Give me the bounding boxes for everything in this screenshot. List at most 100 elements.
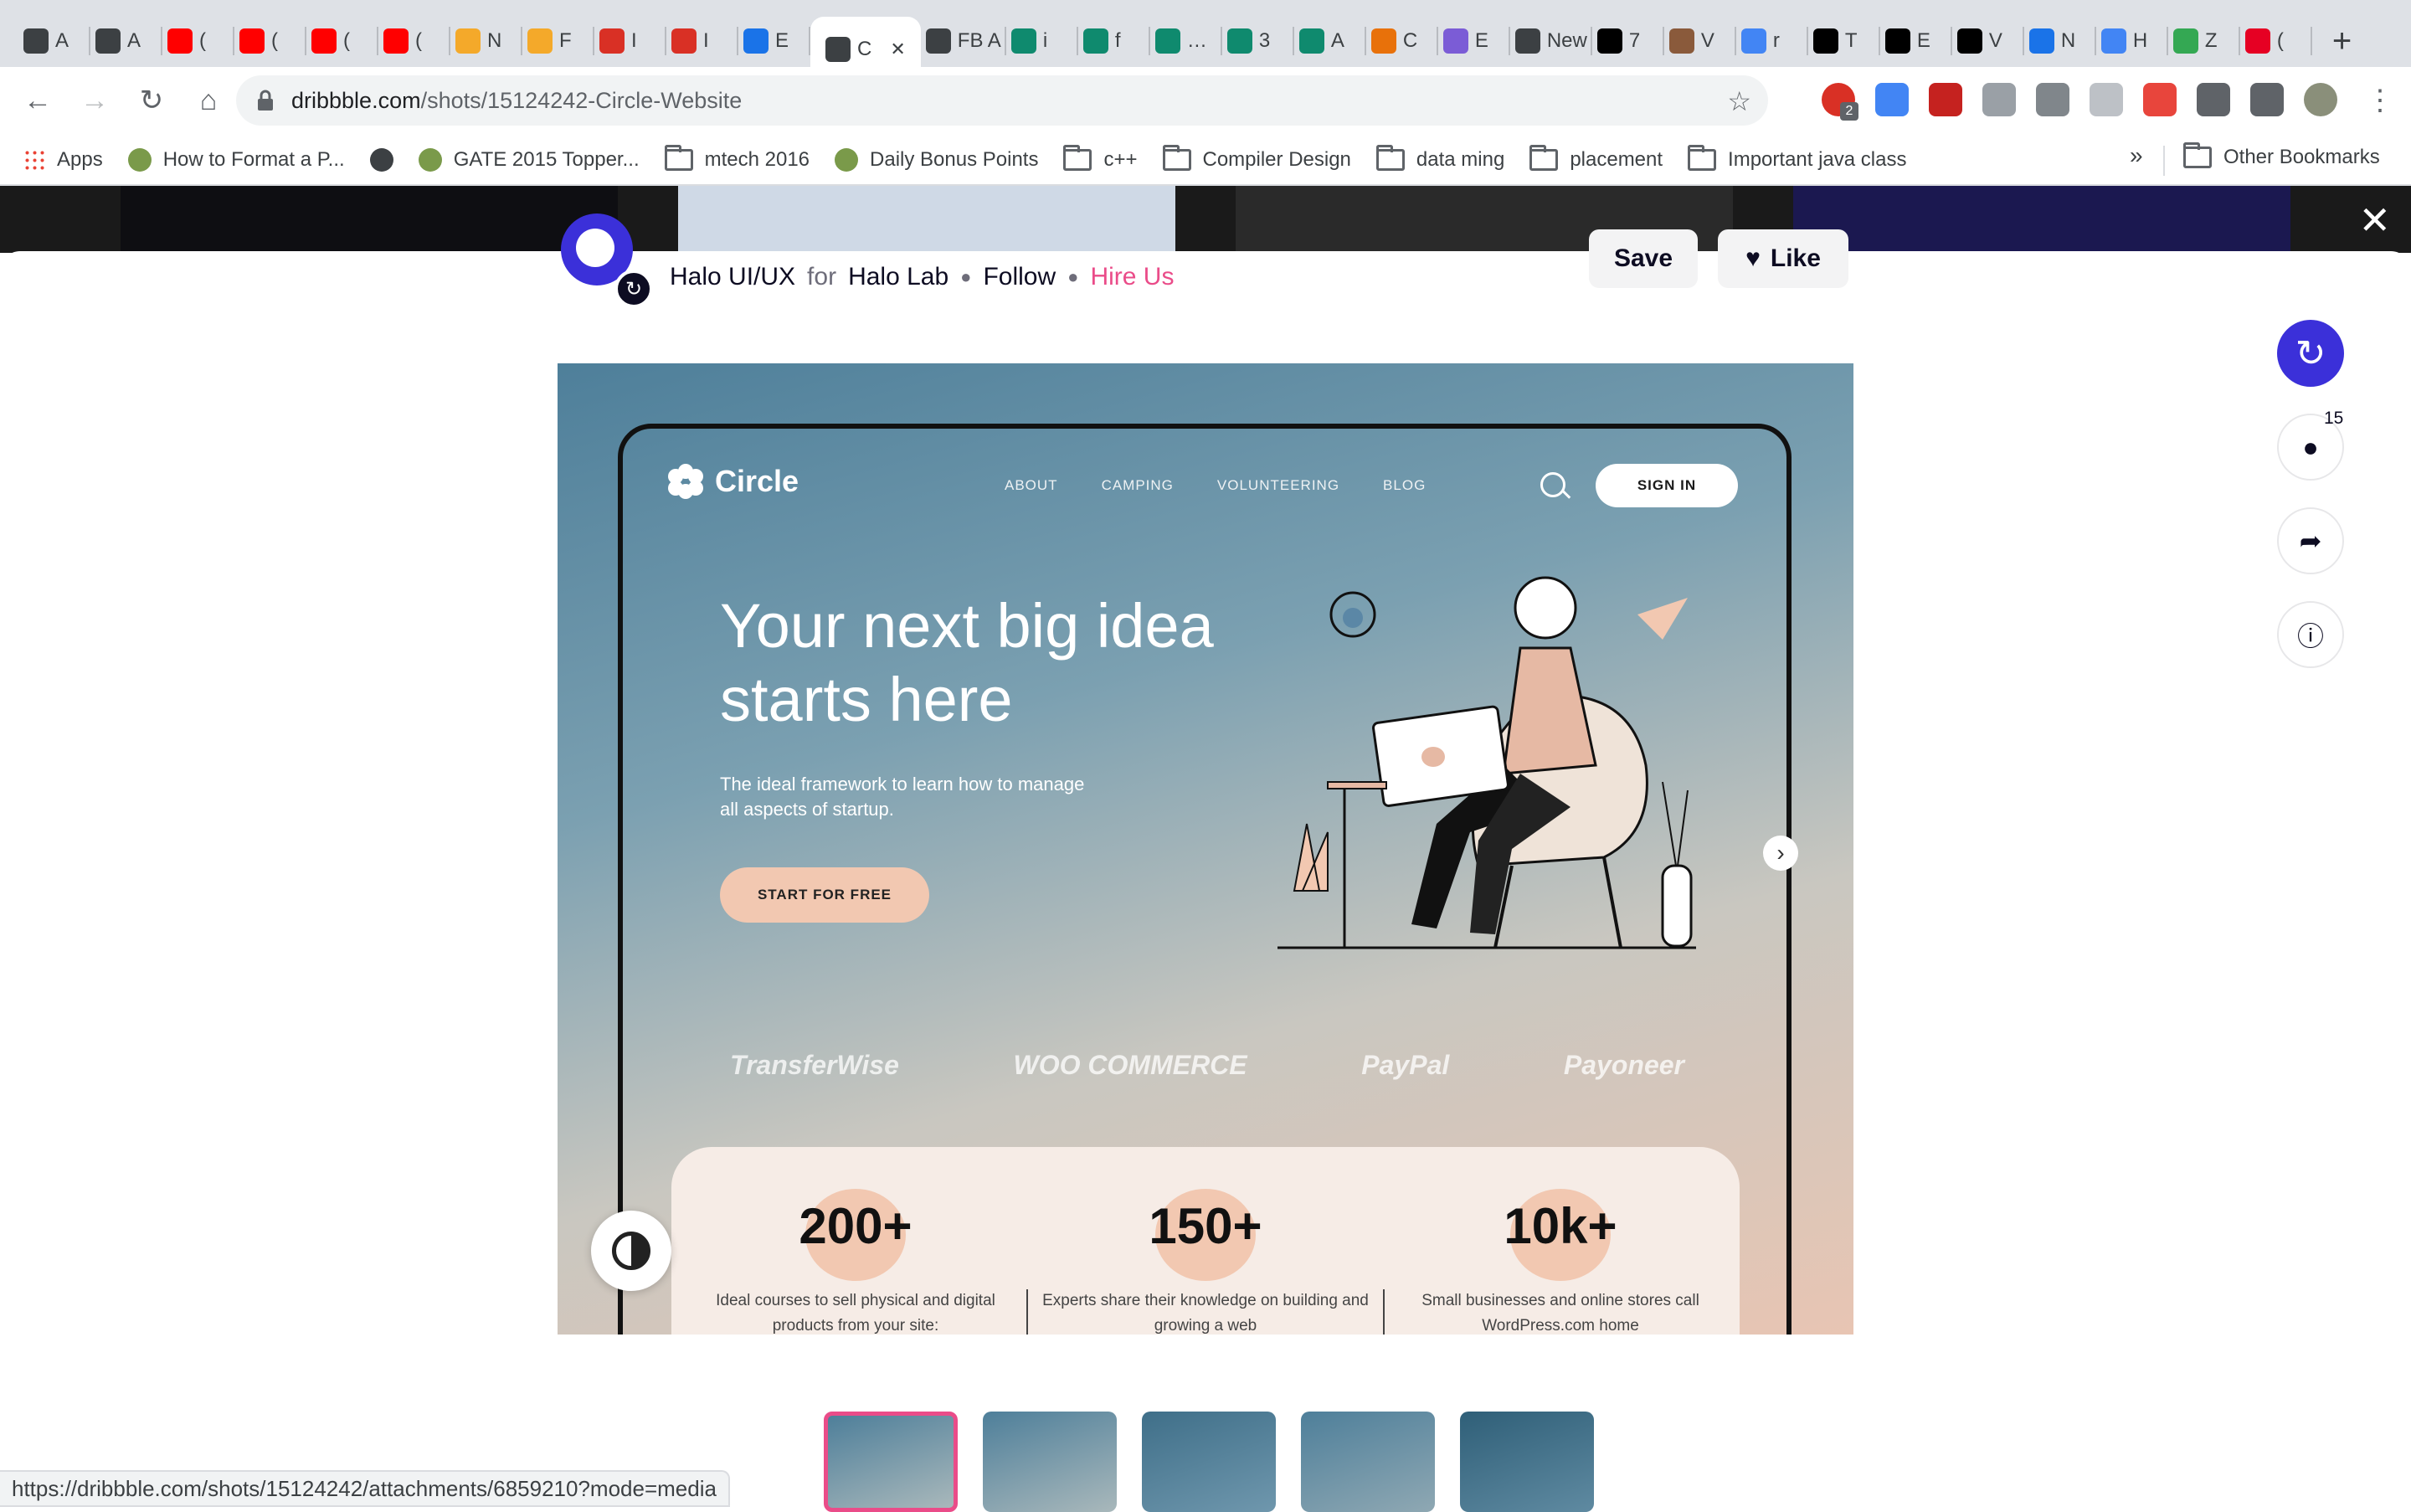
save-button[interactable]: Save — [1589, 229, 1698, 288]
spiral-icon — [1442, 28, 1468, 54]
thumbnail[interactable] — [1142, 1412, 1276, 1512]
new-tab-button[interactable]: + — [2332, 23, 2352, 60]
bookmark-item[interactable]: Important java class — [1688, 145, 1907, 172]
fb-icon — [925, 28, 951, 54]
stat-description: Small businesses and online stores call … — [1421, 1292, 1699, 1335]
tab-title: i — [1042, 29, 1048, 52]
tab-title: A — [127, 29, 141, 52]
bookmark-label: mtech 2016 — [704, 148, 810, 171]
page-backdrop — [0, 186, 2411, 253]
bookmark-label: placement — [1570, 148, 1663, 171]
youtube-icon — [383, 28, 409, 54]
openai-icon — [1010, 28, 1036, 54]
tab-title: Z — [2204, 29, 2218, 52]
extension-eye-icon[interactable] — [2143, 83, 2177, 116]
comment-icon: ● — [2302, 431, 2319, 462]
theme-toggle-button[interactable] — [591, 1211, 671, 1291]
close-modal-icon[interactable]: ✕ — [2358, 201, 2391, 239]
team-profile-icon[interactable]: ↻ — [2277, 320, 2344, 387]
team-name[interactable]: Halo Lab — [848, 263, 948, 291]
transferwise-logo: TransferWise — [730, 1050, 899, 1080]
artwork-subtitle: The ideal framework to learn how to mana… — [720, 774, 1085, 820]
tab-title: f — [1114, 29, 1121, 52]
openai-icon — [1298, 28, 1324, 54]
like-button[interactable]: ♥ Like — [1718, 229, 1848, 288]
share-button[interactable]: ➦ — [2277, 507, 2344, 574]
address-bar[interactable]: dribbble.com/shots/15124242-Circle-Websi… — [236, 75, 1768, 126]
other-bookmarks[interactable]: Other Bookmarks — [2183, 142, 2380, 169]
tab-title: I — [631, 29, 637, 52]
tab-title: r — [1772, 29, 1780, 52]
bookmark-star-icon[interactable]: ☆ — [1727, 85, 1751, 117]
extensions-puzzle-icon[interactable] — [2197, 83, 2230, 116]
bookmark-item[interactable] — [369, 148, 393, 172]
medium-icon — [1596, 28, 1622, 54]
google-icon — [2100, 28, 2126, 54]
forward-button[interactable]: → — [75, 81, 114, 120]
flame-icon — [455, 28, 481, 54]
gmail-icon — [671, 28, 697, 54]
stat-item: 10k+ Small businesses and online stores … — [1393, 1189, 1728, 1335]
profile-avatar[interactable] — [2304, 83, 2337, 116]
for-label: for — [807, 263, 837, 291]
circle-logo: Circle — [668, 464, 799, 499]
extension-badge: 2 — [1840, 102, 1858, 121]
payoneer-logo: Payoneer — [1563, 1050, 1684, 1080]
bookmark-label: How to Format a P... — [162, 148, 345, 171]
bookmark-item[interactable]: data ming — [1375, 145, 1504, 172]
details-button[interactable]: ⓘ — [2277, 601, 2344, 668]
bookmark-item[interactable]: mtech 2016 — [664, 145, 810, 172]
tab-title: E — [775, 29, 789, 52]
tab-title: 7 — [1628, 29, 1641, 52]
follow-link[interactable]: Follow — [983, 263, 1056, 291]
translate-icon[interactable] — [1875, 83, 1909, 116]
back-button[interactable]: ← — [18, 81, 57, 120]
bookmark-item[interactable]: How to Format a P... — [127, 148, 345, 172]
bookmark-item[interactable]: Apps — [23, 148, 103, 172]
stat-divider — [1383, 1289, 1385, 1335]
team-badge-icon: ↻ — [614, 270, 653, 308]
avatar-icon — [1668, 28, 1694, 54]
extension-play-icon[interactable] — [1929, 83, 1962, 116]
bookmark-item[interactable]: GATE 2015 Topper... — [418, 148, 640, 172]
tab-title: E — [1474, 29, 1488, 52]
tab-title: ( — [415, 29, 422, 52]
folder-icon — [2183, 142, 2212, 168]
bookmark-item[interactable]: Daily Bonus Points — [835, 148, 1038, 172]
author-name[interactable]: Halo UI/UX — [670, 263, 795, 291]
tab-title: C — [857, 38, 872, 60]
contrast-icon — [612, 1232, 650, 1270]
tab-title: I — [703, 29, 709, 52]
media-control-icon[interactable] — [2250, 83, 2284, 116]
more-bookmarks-button[interactable]: » — [2130, 142, 2143, 169]
extension-tag-icon[interactable] — [1982, 83, 2016, 116]
google-icon — [1740, 28, 1766, 54]
shot-image[interactable]: Circle ABOUT CAMPING VOLUNTEERING BLOG S… — [558, 363, 1853, 1335]
home-button[interactable]: ⌂ — [189, 81, 228, 120]
paypal-logo: PayPal — [1361, 1050, 1450, 1080]
flower-logo-icon — [668, 464, 703, 499]
bookmark-item[interactable]: Compiler Design — [1162, 145, 1351, 172]
thumbnail[interactable] — [1460, 1412, 1594, 1512]
tab-title: ( — [199, 29, 206, 52]
next-shot-arrow-icon[interactable]: › — [1763, 836, 1798, 871]
thumbnail[interactable] — [824, 1412, 958, 1512]
stat-value: 150+ — [1149, 1198, 1262, 1254]
close-tab-icon[interactable]: ✕ — [890, 39, 905, 60]
site-favicon-icon — [835, 148, 859, 172]
bookmark-label: Important java class — [1728, 148, 1907, 171]
tab-title: E — [1916, 29, 1930, 52]
brand-logos: TransferWise WOO COMMERCE PayPal Payonee… — [730, 1050, 1684, 1081]
menu-kebab-icon[interactable]: ⋮ — [2366, 84, 2394, 117]
extension-chat-icon[interactable] — [2090, 83, 2123, 116]
hire-us-link[interactable]: Hire Us — [1090, 263, 1174, 291]
bookmarks-divider — [2163, 146, 2165, 176]
tab-title: FB A — [957, 29, 1001, 52]
bookmark-item[interactable]: c++ — [1063, 145, 1138, 172]
site-favicon-icon — [418, 148, 442, 172]
extension-tb-icon[interactable] — [2036, 83, 2069, 116]
thumbnail[interactable] — [983, 1412, 1117, 1512]
reload-button[interactable]: ↻ — [132, 81, 171, 120]
bookmark-item[interactable]: placement — [1529, 145, 1663, 172]
thumbnail[interactable] — [1301, 1412, 1435, 1512]
